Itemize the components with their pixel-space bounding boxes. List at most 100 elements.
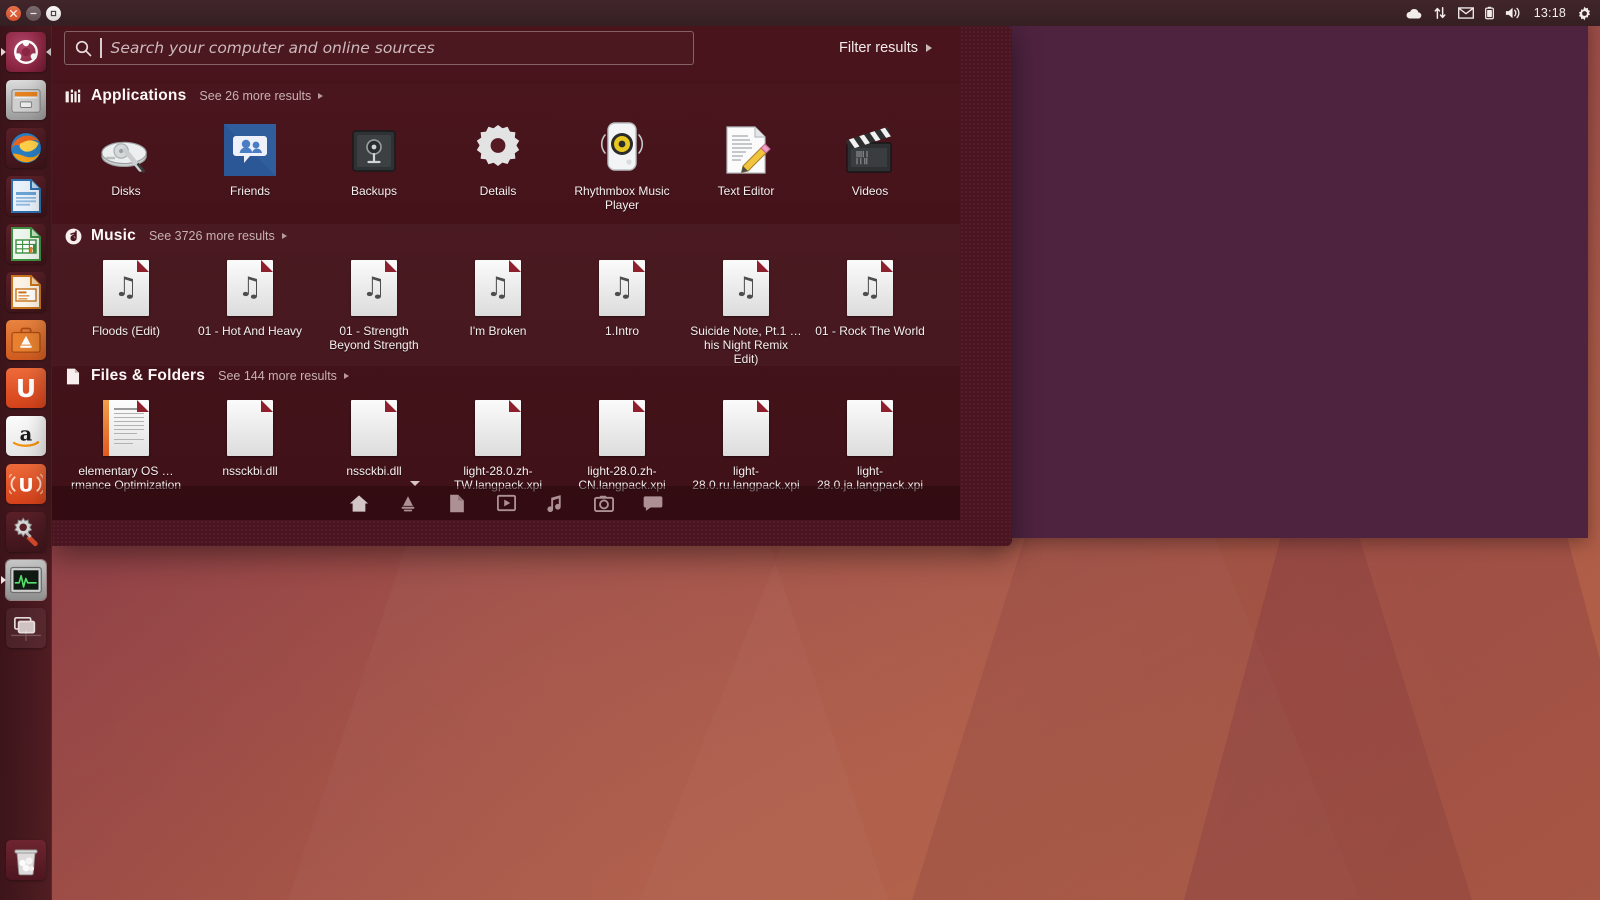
chevron-right-icon [926, 44, 932, 52]
video-lens-button[interactable] [482, 486, 531, 520]
result-item[interactable]: |||| | | | || Videos [808, 114, 932, 212]
network-icon[interactable] [1433, 6, 1447, 20]
result-item[interactable]: light-28.0.zh-TW.langpack.xpi [436, 394, 560, 492]
result-label: 1.Intro [604, 324, 640, 338]
audio-file-icon: ♫ [723, 254, 769, 316]
result-item[interactable]: ♫ 01 - Strength Beyond Strength [312, 254, 436, 366]
rhythmbox-icon [596, 114, 648, 176]
result-label: Rhythmbox Music Player [574, 184, 670, 212]
window-controls [0, 5, 61, 21]
unity-launcher: U a U [0, 26, 52, 900]
result-label: 01 - Hot And Heavy [197, 324, 303, 338]
audio-file-icon: ♫ [103, 254, 149, 316]
svg-text:| | ||: | | || [856, 158, 868, 165]
category-title: Applications [91, 87, 187, 104]
search-input[interactable]: Search your computer and online sources [64, 31, 694, 65]
launcher-item-libreoffice-calc[interactable] [0, 220, 52, 268]
files-lens-button[interactable] [433, 486, 482, 520]
filter-results-button[interactable]: Filter results [839, 40, 932, 56]
videos-icon: |||| | | | || [842, 114, 898, 176]
blank-file-icon [847, 394, 893, 456]
battery-icon[interactable] [1484, 6, 1494, 20]
close-button[interactable] [6, 5, 21, 21]
result-item[interactable]: Friends [188, 114, 312, 212]
launcher-item-libreoffice-writer[interactable] [0, 172, 52, 220]
dash-search-row: Search your computer and online sources … [52, 26, 960, 70]
minimize-button[interactable] [26, 5, 41, 21]
result-item[interactable]: ♫ Floods (Edit) [64, 254, 188, 366]
result-item[interactable]: Text Editor [684, 114, 808, 212]
see-more-results-applications[interactable]: See 26 more results [199, 89, 324, 103]
launcher-item-workspace-switcher[interactable] [0, 604, 52, 652]
launcher-item-ubuntu-one[interactable]: U [0, 364, 52, 412]
result-item[interactable]: Disks [64, 114, 188, 212]
category-header-applications: Applications See 26 more results [52, 84, 960, 108]
see-more-label: See 144 more results [218, 369, 337, 383]
result-item[interactable]: light-28.0.zh-CN.langpack.xpi [560, 394, 684, 492]
result-item[interactable]: ♫ Suicide Note, Pt.1 …his Night Remix Ed… [684, 254, 808, 366]
mail-icon[interactable] [1457, 7, 1474, 19]
result-item[interactable]: elementary OS …rmance Optimization [64, 394, 188, 492]
result-item[interactable]: ♫ I'm Broken [436, 254, 560, 366]
system-tray: 13:18 [1405, 6, 1600, 21]
result-item[interactable]: Rhythmbox Music Player [560, 114, 684, 212]
launcher-item-dash-home[interactable] [0, 28, 52, 76]
music-lens-icon [64, 227, 82, 245]
result-item[interactable]: nssckbi.dll [312, 394, 436, 492]
background-window[interactable] [978, 18, 1588, 538]
result-item[interactable]: light-28.0.ja.langpack.xpi [808, 394, 932, 492]
result-item[interactable]: nssckbi.dll [188, 394, 312, 492]
see-more-results-music[interactable]: See 3726 more results [149, 229, 287, 243]
launcher-item-software-center[interactable] [0, 316, 52, 364]
details-icon [471, 114, 525, 176]
result-item[interactable]: ♫ 1.Intro [560, 254, 684, 366]
see-more-results-files[interactable]: See 144 more results [218, 369, 349, 383]
result-item[interactable]: ♫ 01 - Hot And Heavy [188, 254, 312, 366]
document-icon [103, 394, 149, 456]
cloud-icon[interactable] [1405, 7, 1422, 20]
launcher-item-trash[interactable] [0, 836, 52, 884]
launcher-item-ubuntu-one-music[interactable]: U [0, 460, 52, 508]
messages-lens-button[interactable] [629, 486, 678, 520]
dash-content: Search your computer and online sources … [52, 26, 960, 520]
blank-file-icon [723, 394, 769, 456]
result-label: Details [479, 184, 517, 198]
audio-file-icon: ♫ [847, 254, 893, 316]
gear-icon[interactable] [1577, 6, 1592, 21]
disks-icon [98, 114, 154, 176]
blank-file-icon [351, 394, 397, 456]
maximize-button[interactable] [46, 5, 61, 21]
photos-lens-button[interactable] [580, 486, 629, 520]
music-lens-button[interactable] [531, 486, 580, 520]
launcher-item-files[interactable] [0, 76, 52, 124]
dash-lens-bar [52, 486, 960, 520]
dash-right-border [960, 26, 1012, 546]
launcher-item-system-monitor[interactable] [0, 556, 52, 604]
audio-file-icon: ♫ [475, 254, 521, 316]
chevron-right-icon [318, 93, 324, 99]
ubuntu-one-glyph: U [15, 373, 37, 403]
result-item[interactable]: Details [436, 114, 560, 212]
result-label: Friends [229, 184, 270, 198]
result-item[interactable]: light-28.0.ru.langpack.xpi [684, 394, 808, 492]
launcher-item-firefox[interactable] [0, 124, 52, 172]
blank-file-icon [475, 394, 521, 456]
launcher-item-libreoffice-impress[interactable] [0, 268, 52, 316]
filter-results-label: Filter results [839, 40, 918, 56]
firefox-icon [10, 132, 42, 164]
launcher-item-system-settings[interactable] [0, 508, 52, 556]
unity-dash: Search your computer and online sources … [52, 26, 1012, 546]
applications-lens-button[interactable] [384, 486, 433, 520]
results-grid-applications: Disks Friends Backups Details Rhythmbox … [52, 114, 960, 212]
clock[interactable]: 13:18 [1534, 6, 1566, 20]
category-header-files: Files & Folders See 144 more results [52, 364, 960, 388]
result-item[interactable]: ♫ 01 - Rock The World [808, 254, 932, 366]
svg-text:U: U [18, 475, 33, 497]
result-label: 01 - Rock The World [815, 324, 925, 338]
volume-icon[interactable] [1505, 6, 1523, 20]
result-item[interactable]: Backups [312, 114, 436, 212]
home-lens-button[interactable] [335, 486, 384, 520]
launcher-item-amazon[interactable]: a [0, 412, 52, 460]
result-label: Suicide Note, Pt.1 …his Night Remix Edit… [690, 324, 802, 366]
result-label: nssckbi.dll [346, 464, 402, 478]
